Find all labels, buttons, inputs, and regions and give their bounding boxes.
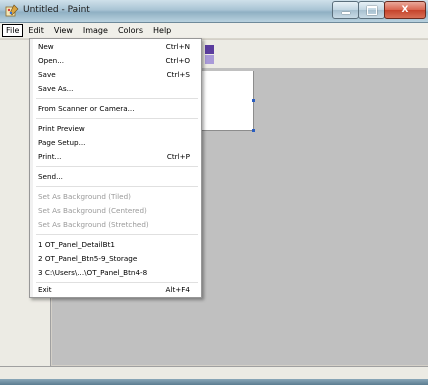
palette-swatch-dark[interactable] bbox=[205, 45, 214, 54]
canvas-resize-handle-corner[interactable] bbox=[252, 129, 255, 132]
paint-app-icon bbox=[5, 4, 19, 17]
menu-separator bbox=[36, 118, 198, 120]
menu-colors[interactable]: Colors bbox=[113, 24, 148, 37]
maximize-icon bbox=[366, 5, 377, 15]
menu-separator bbox=[36, 166, 198, 168]
minimize-icon bbox=[341, 12, 350, 14]
menu-item-recent-3[interactable]: 3 C:\Users\...\OT_Panel_Btn4-8 bbox=[37, 266, 197, 279]
menu-item-bg-stretched: Set As Background (Stretched) bbox=[38, 220, 149, 229]
menu-image[interactable]: Image bbox=[78, 24, 113, 37]
caption-buttons: X bbox=[332, 1, 426, 19]
status-bar bbox=[0, 366, 428, 380]
menu-item-send[interactable]: Send... bbox=[37, 170, 197, 183]
close-button[interactable]: X bbox=[384, 1, 426, 19]
menu-item-bg-centered: Set As Background (Centered) bbox=[38, 206, 147, 215]
color-palette bbox=[200, 40, 428, 68]
file-menu-dropdown: New Ctrl+N Open... Ctrl+O Save Ctrl+S Sa… bbox=[29, 38, 202, 298]
menu-help[interactable]: Help bbox=[148, 24, 176, 37]
menu-bar: File Edit View Image Colors Help bbox=[0, 23, 428, 39]
menu-item-save-as[interactable]: Save As... bbox=[37, 82, 197, 95]
menu-file[interactable]: File bbox=[2, 24, 24, 37]
menu-item-recent-1[interactable]: 1 OT_Panel_DetailBt1 bbox=[37, 238, 197, 251]
menu-item-print-preview[interactable]: Print Preview bbox=[37, 122, 197, 135]
menu-item-from-scanner[interactable]: From Scanner or Camera... bbox=[37, 102, 197, 115]
menu-item-page-setup[interactable]: Page Setup... bbox=[37, 136, 197, 149]
menu-separator bbox=[36, 234, 198, 236]
canvas-resize-handle-right[interactable] bbox=[252, 99, 255, 102]
maximize-button[interactable] bbox=[358, 1, 385, 19]
menu-item-exit[interactable]: Exit Alt+F4 bbox=[37, 283, 197, 296]
taskbar-edge bbox=[0, 379, 428, 385]
close-icon: X bbox=[401, 5, 409, 15]
menu-item-print[interactable]: Print... Ctrl+P bbox=[37, 150, 197, 163]
drawing-canvas[interactable] bbox=[200, 71, 254, 131]
menu-separator bbox=[36, 186, 198, 188]
menu-item-bg-tiled: Set As Background (Tiled) bbox=[38, 192, 131, 201]
palette-swatch-light[interactable] bbox=[205, 55, 214, 64]
paint-window: Untitled - Paint X File Edit View Image … bbox=[0, 0, 428, 385]
minimize-button[interactable] bbox=[332, 1, 359, 19]
menu-separator bbox=[36, 98, 198, 100]
menu-item-save[interactable]: Save Ctrl+S bbox=[37, 68, 197, 81]
menu-item-recent-2[interactable]: 2 OT_Panel_Btn5-9_Storage bbox=[37, 252, 197, 265]
menu-item-open[interactable]: Open... Ctrl+O bbox=[37, 54, 197, 67]
window-title: Untitled - Paint bbox=[23, 5, 90, 15]
menu-edit[interactable]: Edit bbox=[23, 24, 49, 37]
menu-gutter bbox=[30, 39, 33, 297]
left-margin bbox=[0, 40, 18, 366]
menu-item-new[interactable]: New Ctrl+N bbox=[37, 40, 197, 53]
title-bar[interactable]: Untitled - Paint X bbox=[0, 0, 428, 23]
menu-view[interactable]: View bbox=[49, 24, 78, 37]
